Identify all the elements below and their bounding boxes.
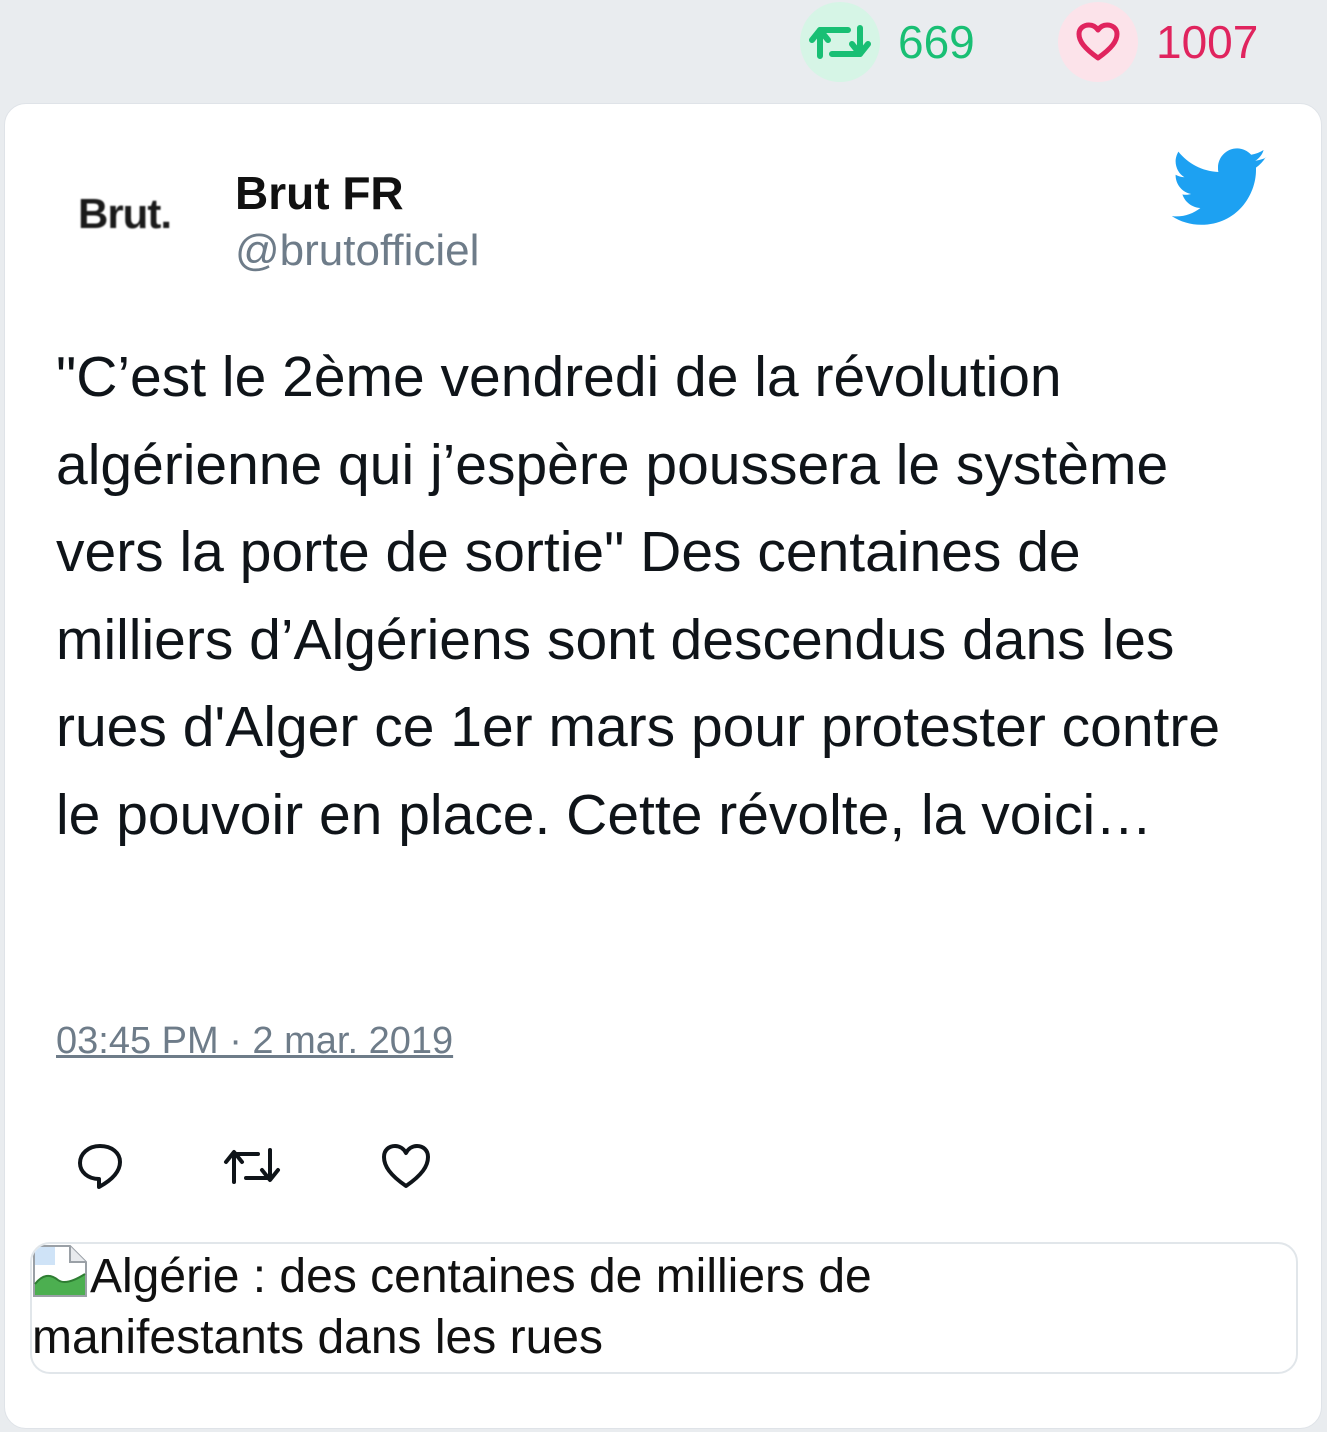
like-count[interactable]: 1007 xyxy=(1058,0,1258,84)
link-preview-alt: Algérie : des centaines de milliers de m… xyxy=(32,1244,1132,1368)
engagement-bar: 669 1007 xyxy=(0,0,1327,100)
author-avatar[interactable]: Brut. xyxy=(78,190,194,238)
author-name[interactable]: Brut FR xyxy=(235,166,404,220)
tweet-timestamp-link[interactable]: 03:45 PM · 2 mar. 2019 xyxy=(56,1020,453,1063)
link-preview-card[interactable]: Algérie : des centaines de milliers de m… xyxy=(30,1242,1298,1374)
avatar-logo-text: Brut. xyxy=(78,190,172,237)
heart-icon xyxy=(382,1144,430,1188)
retweet-button[interactable] xyxy=(220,1138,280,1194)
heart-icon xyxy=(1058,2,1138,82)
retweet-icon xyxy=(224,1148,280,1184)
tweet-text: "C’est le 2ème vendredi de la révolution… xyxy=(56,345,1221,847)
like-button[interactable] xyxy=(378,1138,434,1194)
reply-button[interactable] xyxy=(72,1138,128,1194)
retweet-count-value: 669 xyxy=(898,16,975,68)
like-count-value: 1007 xyxy=(1156,16,1259,68)
author-handle[interactable]: @brutofficiel xyxy=(235,226,479,276)
twitter-bird-icon[interactable] xyxy=(1172,148,1268,228)
retweet-count[interactable]: 669 xyxy=(800,0,975,84)
reply-icon xyxy=(78,1144,122,1189)
retweet-icon xyxy=(800,2,880,82)
link-preview-text: Algérie : des centaines de milliers de m… xyxy=(32,1250,872,1364)
broken-image-icon xyxy=(33,1245,87,1297)
